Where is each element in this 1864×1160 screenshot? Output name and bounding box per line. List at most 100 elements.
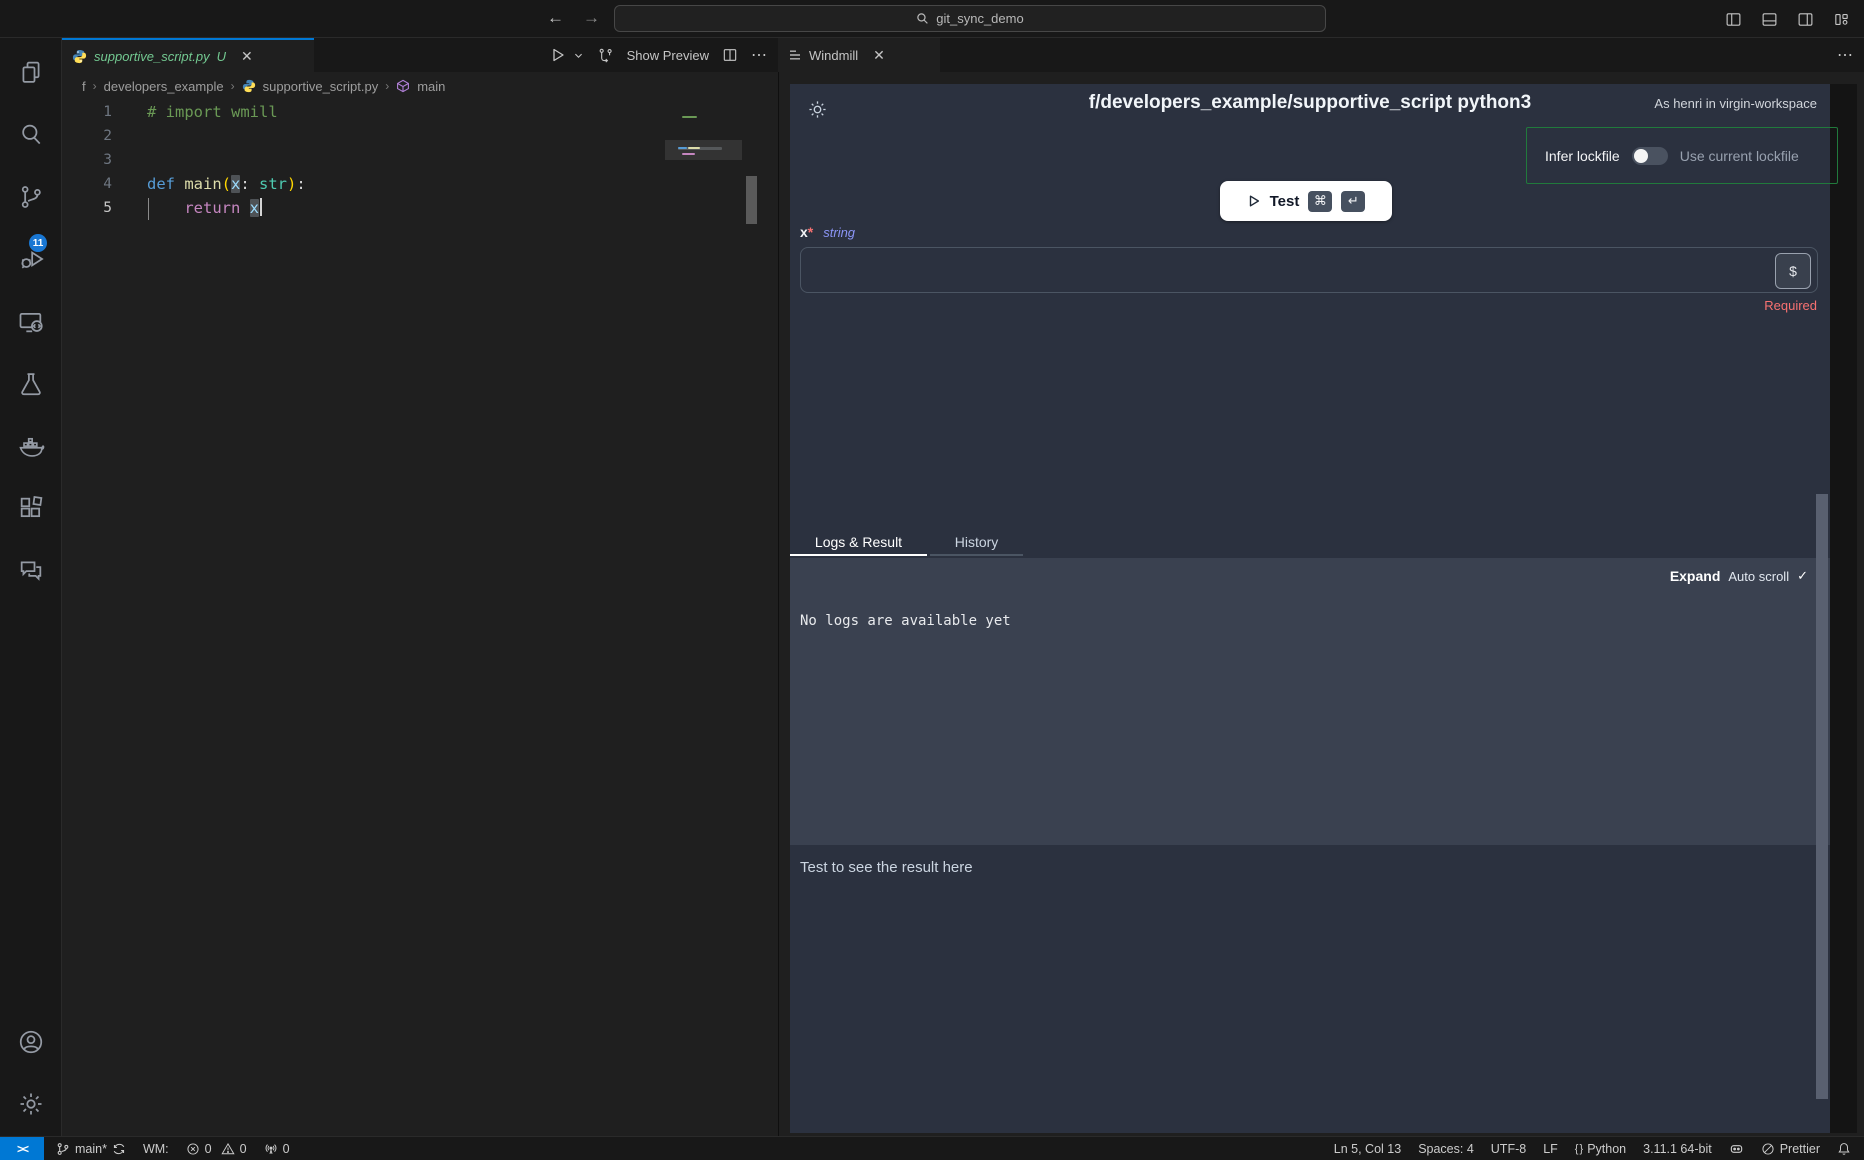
error-icon [186, 1142, 200, 1156]
vscode-window: ← → git_sync_demo [0, 0, 1864, 1160]
account-icon[interactable] [17, 1028, 45, 1056]
result-panel: Test to see the result here [790, 845, 1830, 1133]
run-file-icon[interactable] [550, 47, 566, 63]
minimap-slider[interactable] [665, 140, 742, 160]
breadcrumb-file[interactable]: supportive_script.py [263, 79, 379, 94]
comments-icon[interactable] [17, 556, 45, 584]
tab-close-icon[interactable]: ✕ [873, 47, 885, 64]
warning-count: 0 [240, 1142, 247, 1156]
more-actions-icon[interactable]: ⋯ [1837, 45, 1854, 65]
no-logs-message: No logs are available yet [800, 613, 1011, 629]
ports-count: 0 [283, 1142, 290, 1156]
infer-lockfile-label: Infer lockfile [1545, 148, 1620, 164]
cmd-key-icon: ⌘ [1308, 191, 1332, 212]
remote-explorer-icon[interactable] [17, 308, 45, 336]
copilot-icon[interactable] [1729, 1141, 1744, 1156]
group2-actions: ⋯ [1837, 38, 1854, 72]
result-placeholder: Test to see the result here [800, 859, 973, 876]
prettier-item[interactable]: Prettier [1761, 1142, 1820, 1156]
required-asterisk: * [808, 224, 813, 240]
x-argument-input[interactable]: $ [800, 247, 1818, 293]
code-editor[interactable]: 1 # import wmill 2 3 4 def main(x: str):… [62, 100, 778, 1136]
tab-label: supportive_script.py [94, 49, 210, 64]
editor-scrollbar-thumb[interactable] [746, 176, 757, 224]
toggle-knob [1634, 149, 1648, 163]
autoscroll-label[interactable]: Auto scroll [1728, 569, 1789, 584]
tab-history[interactable]: History [930, 528, 1023, 556]
code-comment: # import wmill [147, 100, 278, 124]
branch-item[interactable]: main* [56, 1142, 126, 1156]
cursor-position-item[interactable]: Ln 5, Col 13 [1334, 1142, 1401, 1156]
explorer-icon[interactable] [17, 58, 45, 86]
search-sidebar-icon[interactable] [17, 120, 45, 148]
toggle-panel-icon[interactable] [1761, 11, 1778, 28]
breadcrumb-folder[interactable]: f [82, 79, 86, 94]
python-file-icon [72, 49, 87, 64]
tab-logs-result[interactable]: Logs & Result [790, 528, 927, 556]
tab-close-icon[interactable]: ✕ [241, 48, 253, 65]
webview-scrollbar-thumb[interactable] [1816, 494, 1828, 1099]
eol-item[interactable]: LF [1543, 1142, 1558, 1156]
python-interpreter-item[interactable]: 3.11.1 64-bit [1643, 1142, 1712, 1156]
indentation-item[interactable]: Spaces: 4 [1418, 1142, 1474, 1156]
layout-controls [1725, 0, 1850, 38]
more-actions-icon[interactable]: ⋯ [751, 45, 768, 65]
activity-bar: 11 [0, 38, 62, 1136]
tab-windmill[interactable]: Windmill ✕ [778, 38, 940, 72]
expand-button[interactable]: Expand [1670, 568, 1721, 584]
tab-modified-indicator: U [217, 49, 226, 64]
run-dropdown-chevron-icon[interactable] [573, 50, 584, 61]
encoding-item[interactable]: UTF-8 [1491, 1142, 1526, 1156]
settings-gear-icon[interactable] [17, 1090, 45, 1118]
webview-list-icon [788, 48, 802, 62]
customize-layout-icon[interactable] [1833, 11, 1850, 28]
search-value: git_sync_demo [936, 11, 1023, 26]
windmill-webview: f/developers_example/supportive_script p… [790, 84, 1830, 1133]
editor-actions: Show Preview ⋯ [550, 38, 768, 72]
remote-indicator[interactable]: >< [0, 1137, 44, 1160]
nav-forward-icon[interactable]: → [583, 8, 600, 28]
logs-controls: Expand Auto scroll ✓ [1670, 568, 1808, 584]
workspace-context: As henri in virgin-workspace [1654, 96, 1817, 111]
check-icon[interactable]: ✓ [1797, 568, 1808, 584]
required-message: Required [1764, 298, 1817, 313]
scm-pending-badge: 11 [29, 234, 47, 252]
breadcrumb: f › developers_example › supportive_scri… [62, 72, 778, 100]
source-control-icon[interactable] [17, 183, 45, 211]
git-compare-icon[interactable] [597, 47, 614, 64]
command-center-search[interactable]: git_sync_demo [614, 5, 1326, 32]
breadcrumb-folder[interactable]: developers_example [104, 79, 224, 94]
language-mode-item[interactable]: { } Python [1575, 1142, 1626, 1156]
language-label: Python [1587, 1142, 1626, 1156]
editor-group-divider[interactable] [778, 38, 779, 1136]
use-current-lockfile-label: Use current lockfile [1680, 148, 1799, 164]
testing-icon[interactable] [17, 370, 45, 398]
title-bar: ← → git_sync_demo [0, 0, 1864, 38]
minimap[interactable] [665, 100, 742, 230]
variable-picker-button[interactable]: $ [1775, 253, 1811, 289]
toggle-secondary-sidebar-icon[interactable] [1797, 11, 1814, 28]
git-branch-icon [56, 1142, 70, 1156]
windmill-status-item[interactable]: WM: [143, 1142, 169, 1156]
notifications-bell-icon[interactable] [1837, 1142, 1851, 1156]
show-preview-label[interactable]: Show Preview [627, 48, 709, 63]
field-label-row: x* string [800, 224, 855, 240]
docker-icon[interactable] [17, 432, 45, 460]
problems-item[interactable]: 0 0 [186, 1142, 247, 1156]
extensions-icon[interactable] [17, 494, 45, 522]
field-type: string [823, 225, 855, 240]
breadcrumb-symbol[interactable]: main [417, 79, 445, 94]
radio-tower-icon [264, 1142, 278, 1156]
logs-panel: Expand Auto scroll ✓ No logs are availab… [790, 558, 1830, 845]
split-editor-icon[interactable] [722, 47, 738, 63]
ports-item[interactable]: 0 [264, 1142, 290, 1156]
python-file-icon [242, 79, 256, 93]
branch-name: main* [75, 1142, 107, 1156]
warning-icon [221, 1142, 235, 1156]
tab-supportive-script[interactable]: supportive_script.py U ✕ [62, 38, 314, 72]
toggle-sidebar-icon[interactable] [1725, 11, 1742, 28]
test-button[interactable]: Test ⌘ ↵ [1220, 181, 1392, 221]
nav-back-icon[interactable]: ← [547, 8, 564, 28]
lockfile-toggle[interactable] [1632, 147, 1668, 165]
status-bar: >< main* WM: 0 0 0 Ln 5, Col 13 Spaces: … [0, 1136, 1864, 1160]
